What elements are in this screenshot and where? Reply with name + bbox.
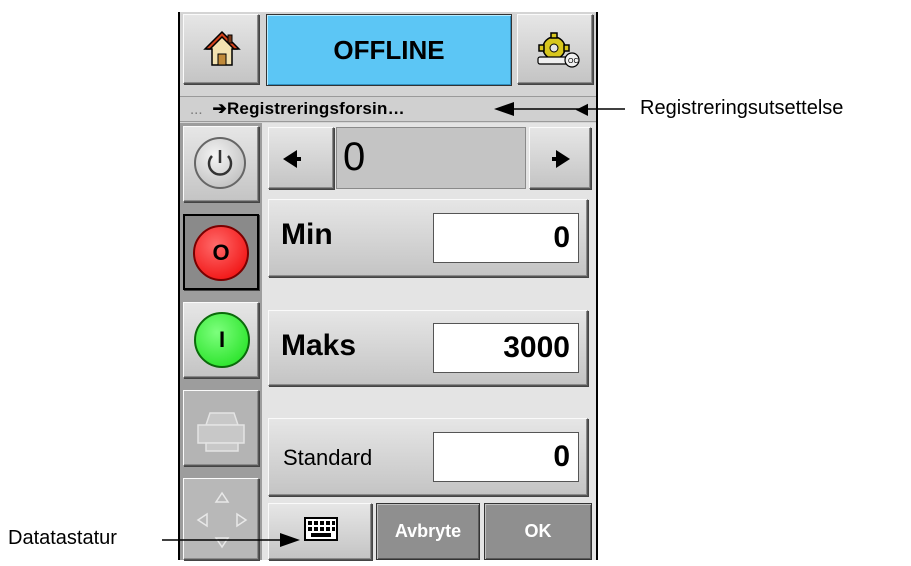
home-button[interactable]: [183, 14, 259, 84]
stepper-value-display: 0: [336, 127, 526, 189]
callout-arrow-right: [494, 102, 625, 116]
start-label: I: [218, 327, 226, 352]
min-field[interactable]: Min 0: [268, 199, 588, 277]
status-offline-button[interactable]: OFFLINE: [266, 14, 512, 86]
min-label: Min: [281, 218, 333, 251]
callout-delay: Registreringsutsettelse: [640, 97, 844, 119]
settings-button[interactable]: OC: [517, 14, 593, 84]
callout-arrow-left: [162, 533, 300, 547]
printer-icon: [197, 412, 245, 452]
default-field[interactable]: Standard 0: [268, 418, 588, 496]
min-value-input[interactable]: 0: [433, 213, 579, 263]
power-button[interactable]: [183, 126, 259, 202]
start-button[interactable]: I: [183, 302, 259, 378]
stepper-value: 0: [343, 135, 366, 179]
title-dots: ...: [190, 100, 203, 118]
power-icon: [194, 137, 246, 189]
green-circle-icon: I: [194, 312, 250, 368]
gear-key-icon: OC: [537, 32, 580, 68]
default-label: Standard: [283, 445, 373, 470]
home-icon: [203, 30, 241, 66]
increment-button[interactable]: [529, 127, 591, 189]
stop-button[interactable]: O: [183, 214, 259, 290]
max-field[interactable]: Maks 3000: [268, 310, 588, 386]
cancel-button[interactable]: Avbryte: [376, 503, 480, 560]
max-label: Maks: [281, 329, 357, 362]
red-circle-icon: O: [193, 225, 249, 281]
svg-text:OC: OC: [568, 58, 579, 65]
ok-button[interactable]: OK: [484, 503, 592, 560]
arrow-right-icon: [552, 150, 570, 168]
stop-label: O: [212, 240, 230, 265]
arrow-left-icon: [283, 150, 301, 168]
callout-keyboard: Datatastatur: [8, 527, 117, 549]
default-value-input[interactable]: 0: [433, 432, 579, 482]
decrement-button[interactable]: [268, 127, 334, 189]
max-value-input[interactable]: 3000: [433, 323, 579, 373]
print-button[interactable]: [183, 390, 259, 466]
screen-title: ➔Registreringsforsin…: [212, 99, 405, 118]
